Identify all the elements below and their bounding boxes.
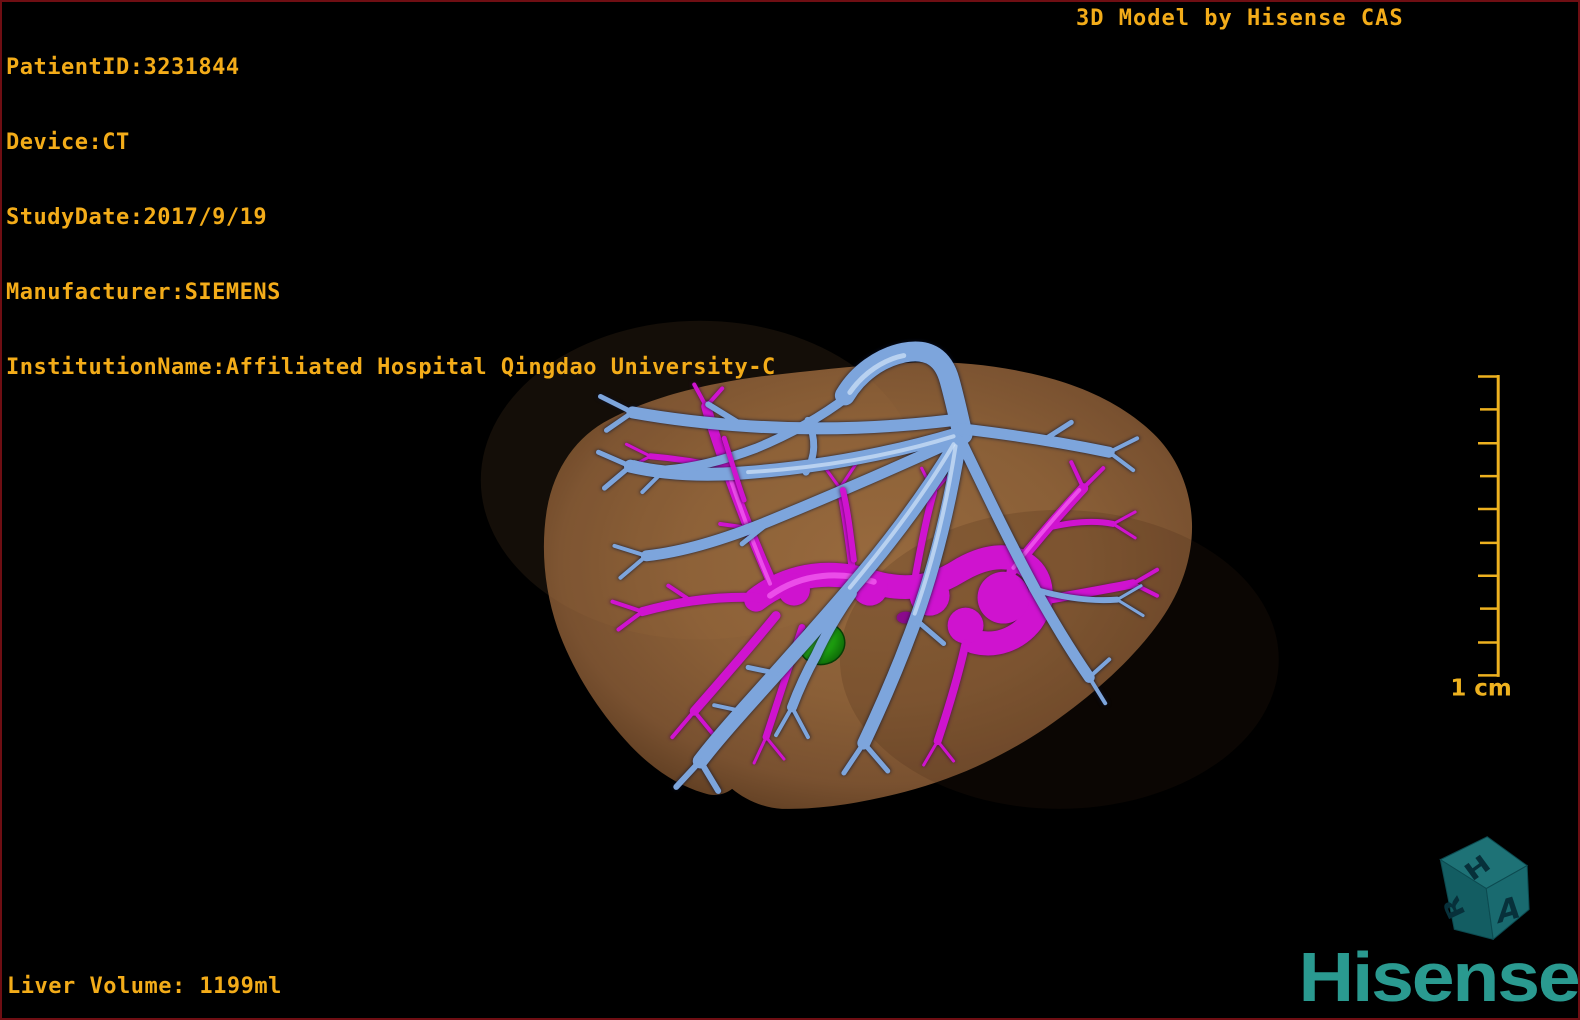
patient-info-overlay: PatientID:3231844 Device:CT StudyDate:20… [6,5,776,430]
hisense-logo: Hisense [1298,938,1578,1016]
patient-id-line: PatientID:3231844 [6,55,240,80]
viewer-screen: 1 cm H R A PatientID:3231844 Device:CT S… [0,0,1580,1020]
scale-bar: 1 cm [1450,375,1512,701]
manufacturer-line: Manufacturer:SIEMENS [6,280,281,305]
watermark-text: 3D Model by Hisense CAS [1076,6,1404,31]
scale-bar-label: 1 cm [1450,675,1511,701]
institution-line: InstitutionName:Affiliated Hospital Qing… [6,355,776,380]
cube-letter-right: A [1497,889,1521,931]
orientation-cube[interactable]: H R A [1438,836,1530,941]
study-date-line: StudyDate:2017/9/19 [6,205,268,230]
liver-volume-label: Liver Volume: 1199ml [7,974,282,999]
device-line: Device:CT [6,130,130,155]
